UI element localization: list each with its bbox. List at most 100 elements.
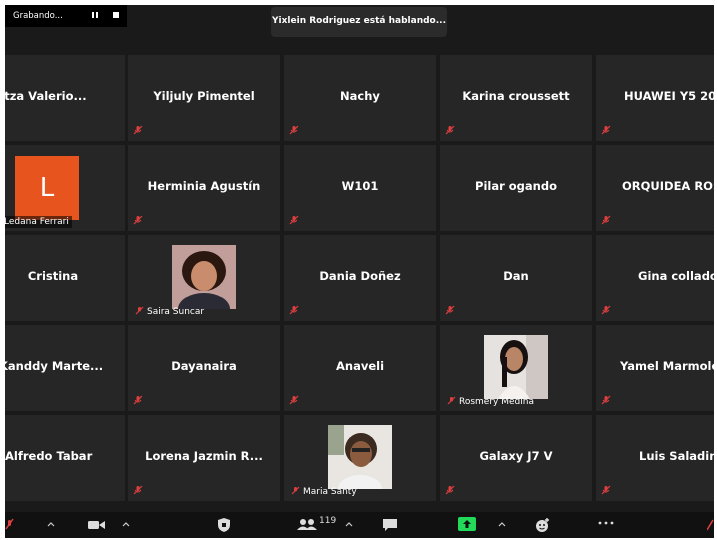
participant-tile[interactable]: Anaveli bbox=[284, 325, 436, 411]
participant-name: ORQUIDEA ROS... bbox=[622, 179, 714, 193]
participant-tile[interactable]: Yiljuly Pimentel bbox=[128, 55, 280, 141]
participant-tile[interactable]: Nachy bbox=[284, 55, 436, 141]
participant-photo bbox=[484, 335, 548, 399]
participant-name: Rosmery Medina bbox=[459, 397, 534, 407]
participant-photo bbox=[172, 245, 236, 321]
muted-mic-icon bbox=[601, 485, 611, 495]
participant-name: Luis Saladin bbox=[639, 449, 714, 463]
pause-recording-icon[interactable] bbox=[92, 12, 98, 18]
muted-mic-icon bbox=[445, 125, 455, 135]
participant-name-tag: Rosmery Medina bbox=[444, 395, 537, 408]
participant-tile[interactable]: Cristina bbox=[5, 235, 125, 321]
participant-name: Alfredo Tabar bbox=[5, 449, 93, 463]
participant-name: Dania Doñez bbox=[319, 269, 401, 283]
participant-tile[interactable]: Karina croussett bbox=[440, 55, 592, 141]
chat-icon[interactable] bbox=[382, 518, 398, 538]
muted-mic-icon bbox=[289, 215, 299, 225]
muted-mic-icon bbox=[601, 305, 611, 315]
participant-tile[interactable]: Galaxy J7 V bbox=[440, 415, 592, 501]
participant-name: Cristina bbox=[27, 269, 79, 283]
muted-mic-icon bbox=[291, 486, 300, 495]
muted-mic-icon bbox=[289, 125, 299, 135]
participant-tile[interactable]: Saira Suncar bbox=[128, 235, 280, 321]
participant-name: Maritza Valerio... bbox=[5, 89, 87, 103]
participant-tile[interactable]: Pilar ogando bbox=[440, 145, 592, 231]
participant-name: Herminia Agustín bbox=[147, 179, 261, 193]
muted-mic-icon bbox=[445, 485, 455, 495]
participant-tile[interactable]: L Ledana Ferrari bbox=[5, 145, 125, 231]
muted-mic-icon bbox=[601, 395, 611, 405]
participant-name: Yamel Marmolej... bbox=[620, 359, 714, 373]
participant-tile[interactable]: HUAWEI Y5 2018 bbox=[596, 55, 714, 141]
participant-tile[interactable]: Dania Doñez bbox=[284, 235, 436, 321]
participant-tile[interactable]: Dan bbox=[440, 235, 592, 321]
participant-name: Nachy bbox=[340, 89, 380, 103]
participant-name: Dan bbox=[503, 269, 529, 283]
participant-name: Dayanaira bbox=[171, 359, 237, 373]
muted-mic-icon bbox=[133, 395, 143, 405]
participant-name: Yiljuly Pimentel bbox=[153, 89, 255, 103]
participants-count: 119 bbox=[319, 516, 337, 526]
muted-mic-icon bbox=[133, 485, 143, 495]
participant-tile[interactable]: Rosmery Medina bbox=[440, 325, 592, 411]
share-screen-icon[interactable] bbox=[458, 517, 476, 538]
participant-tile[interactable]: Lorena Jazmin R... bbox=[128, 415, 280, 501]
zoom-meeting-window: Grabando... Yixlein Rodriguez está habla… bbox=[5, 5, 714, 538]
security-shield-icon[interactable] bbox=[217, 517, 231, 538]
participant-name: Maria Santy bbox=[303, 487, 357, 497]
participant-name: Galaxy J7 V bbox=[479, 449, 553, 463]
participant-name-tag: Saira Suncar bbox=[132, 305, 207, 318]
reactions-icon[interactable] bbox=[535, 517, 551, 538]
participant-video bbox=[328, 425, 392, 501]
muted-mic-icon bbox=[133, 125, 143, 135]
more-options-icon[interactable] bbox=[598, 521, 614, 538]
muted-mic-icon bbox=[601, 125, 611, 135]
participant-name: Pilar ogando bbox=[475, 179, 557, 193]
participant-tile[interactable]: Gina collado bbox=[596, 235, 714, 321]
participant-name: Kanddy Marte... bbox=[5, 359, 104, 373]
mute-mic-icon[interactable] bbox=[5, 518, 15, 538]
participant-tile[interactable]: Maria Santy bbox=[284, 415, 436, 501]
participants-icon[interactable] bbox=[297, 518, 317, 538]
muted-mic-icon bbox=[289, 395, 299, 405]
participant-tile[interactable]: Herminia Agustín bbox=[128, 145, 280, 231]
participant-tile[interactable]: Kanddy Marte... bbox=[5, 325, 125, 411]
participant-name: Ledana Ferrari bbox=[5, 216, 72, 228]
avatar: L bbox=[15, 156, 79, 220]
participant-name-tag: Maria Santy bbox=[288, 485, 360, 498]
participant-tile[interactable]: Alfredo Tabar bbox=[5, 415, 125, 501]
recording-label: Grabando... bbox=[13, 11, 63, 21]
participant-photo bbox=[328, 425, 392, 501]
recording-indicator: Grabando... bbox=[5, 5, 127, 27]
muted-mic-icon bbox=[445, 305, 455, 315]
muted-mic-icon bbox=[601, 215, 611, 225]
participant-name: Karina croussett bbox=[462, 89, 570, 103]
participant-name: Anaveli bbox=[335, 359, 385, 373]
active-speaker-banner: Yixlein Rodriguez está hablando... bbox=[271, 7, 447, 37]
meeting-toolbar: 119 bbox=[5, 512, 714, 538]
participant-name: Gina collado bbox=[638, 269, 714, 283]
participants-options-chevron-icon[interactable] bbox=[345, 520, 353, 538]
participant-tile[interactable]: Maritza Valerio... bbox=[5, 55, 125, 141]
muted-mic-icon bbox=[289, 305, 299, 315]
participant-tile[interactable]: W101 bbox=[284, 145, 436, 231]
participant-tile[interactable]: ORQUIDEA ROS... bbox=[596, 145, 714, 231]
participant-video bbox=[172, 245, 236, 321]
video-camera-icon[interactable] bbox=[88, 519, 106, 538]
muted-mic-icon bbox=[447, 396, 456, 405]
muted-mic-icon bbox=[135, 306, 144, 315]
participant-name: HUAWEI Y5 2018 bbox=[624, 89, 714, 103]
participant-tile[interactable]: Dayanaira bbox=[128, 325, 280, 411]
stop-recording-icon[interactable] bbox=[113, 12, 119, 18]
participant-video bbox=[484, 335, 548, 399]
participant-name: Saira Suncar bbox=[147, 307, 205, 317]
participant-name: Lorena Jazmin R... bbox=[145, 449, 263, 463]
end-indicator-icon bbox=[707, 519, 714, 538]
participant-tile[interactable]: Luis Saladin bbox=[596, 415, 714, 501]
share-options-chevron-icon[interactable] bbox=[498, 520, 506, 538]
video-options-chevron-icon[interactable] bbox=[122, 520, 130, 538]
participant-tile[interactable]: Yamel Marmolej... bbox=[596, 325, 714, 411]
participant-name: W101 bbox=[341, 179, 379, 193]
audio-options-chevron-icon[interactable] bbox=[47, 520, 55, 538]
muted-mic-icon bbox=[133, 215, 143, 225]
